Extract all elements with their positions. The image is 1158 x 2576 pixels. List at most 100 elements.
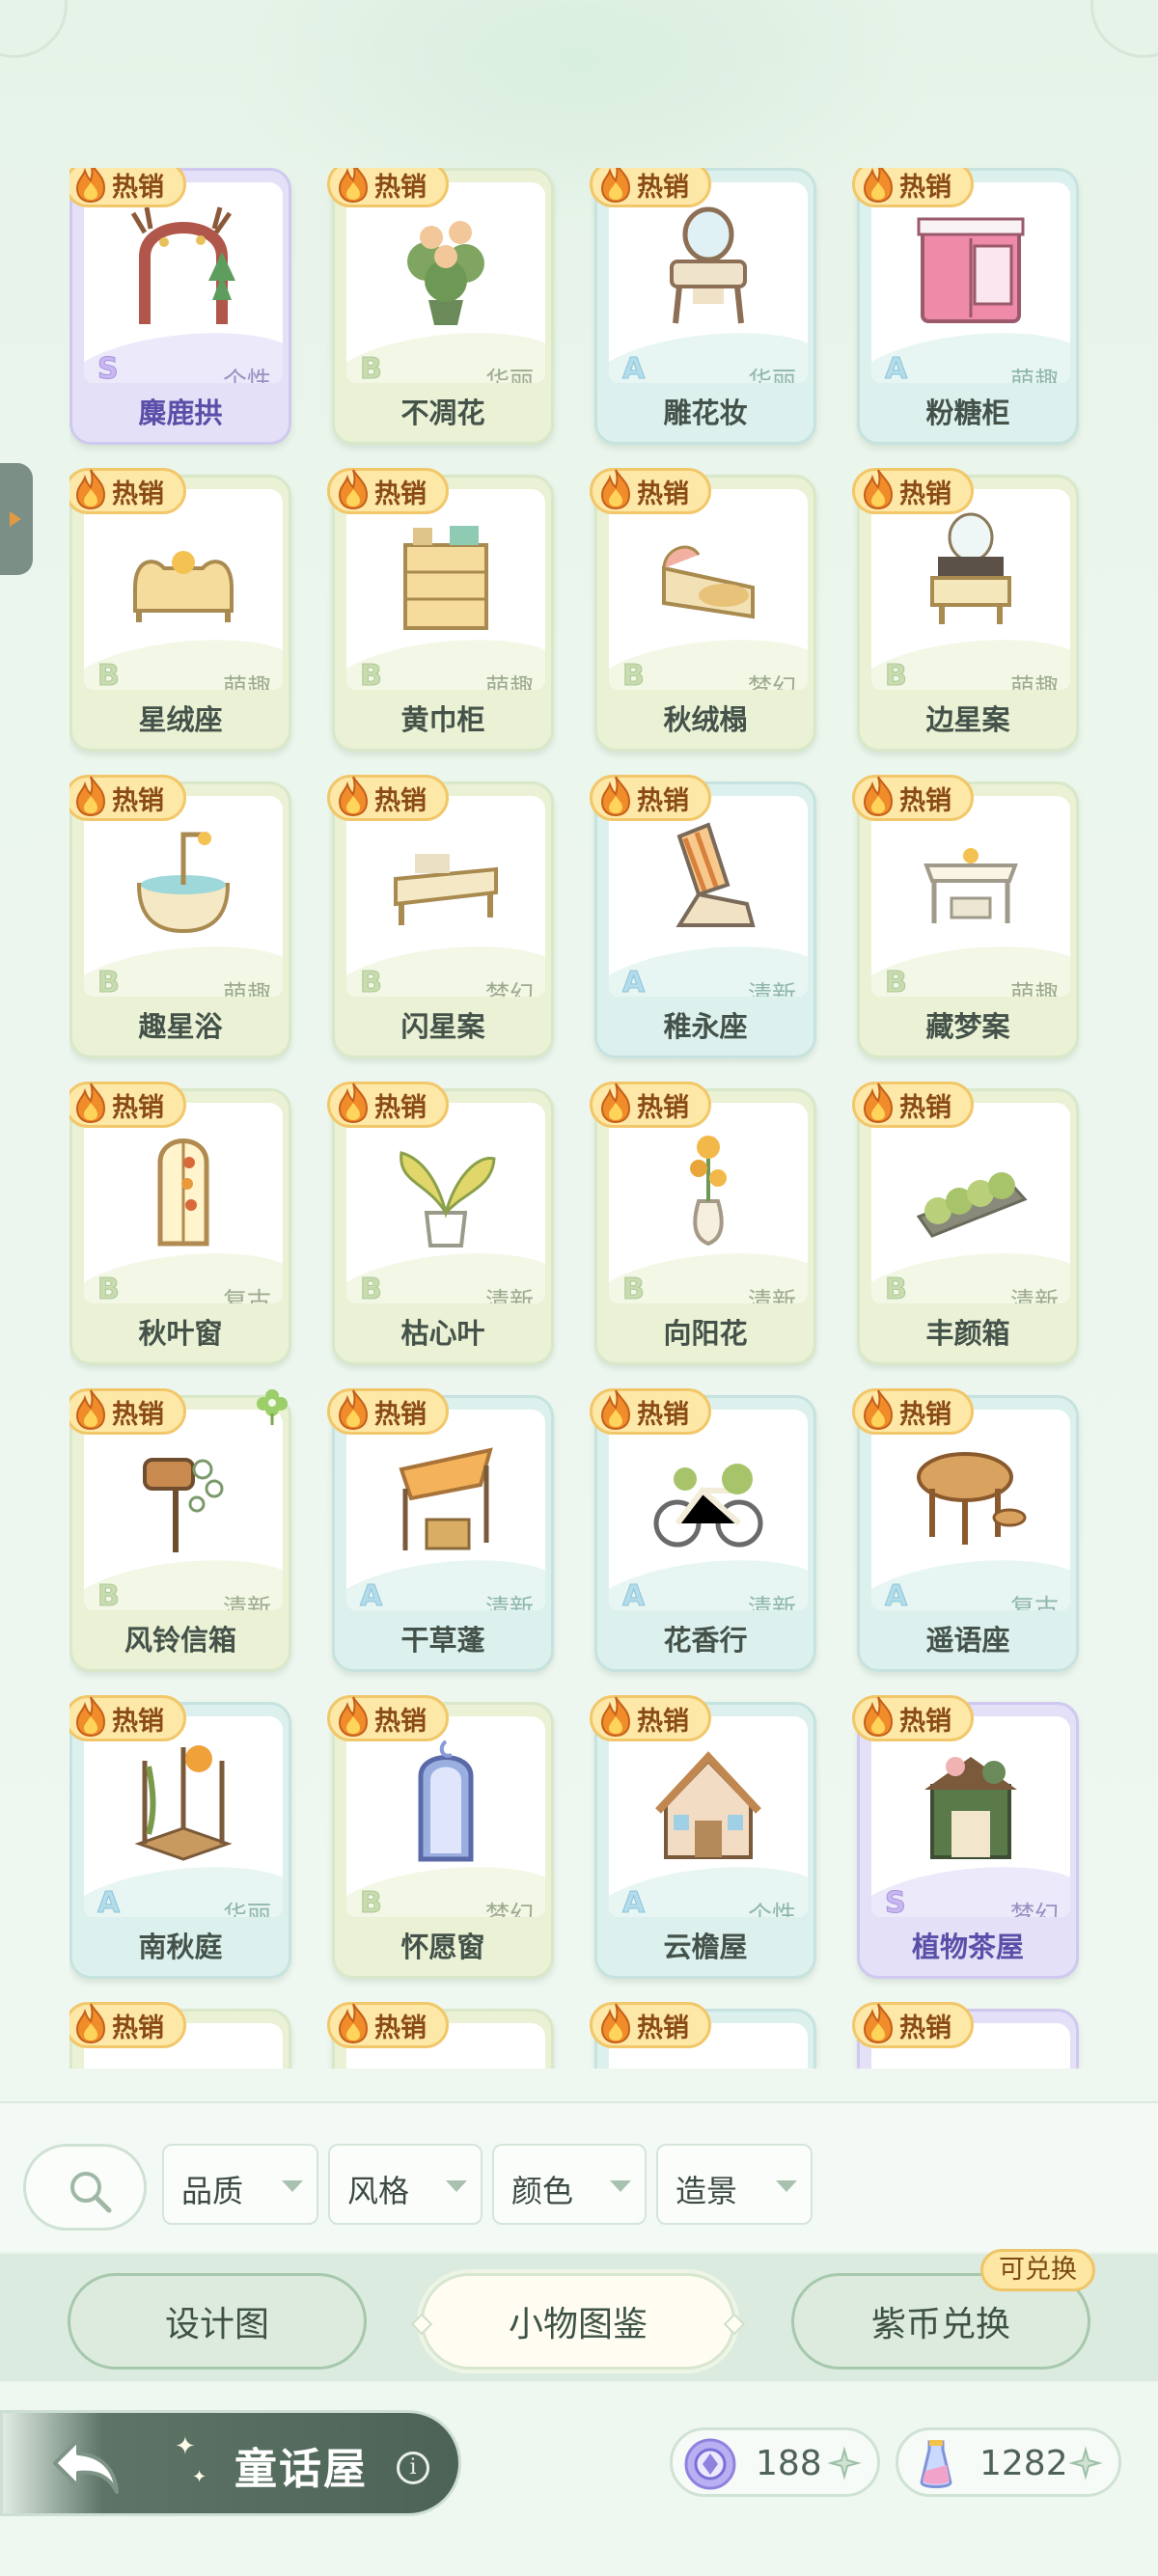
item-card[interactable]: 热销 B 萌趣 趣星浴 xyxy=(69,775,291,1058)
item-card[interactable]: 热销S xyxy=(852,2002,1079,2069)
item-card[interactable]: 热销 A 清新 稚永座 xyxy=(590,775,816,1058)
chevron-down-icon xyxy=(776,2180,797,2192)
purple-coin-icon xyxy=(684,2438,736,2490)
item-card[interactable]: 热销 A 复古 遥语座 xyxy=(852,1388,1079,1672)
potplant-illustration xyxy=(400,1151,496,1247)
item-card[interactable]: 热销 B 华丽 不凋花 xyxy=(327,168,554,445)
flame-icon xyxy=(338,168,369,204)
canopy-illustration xyxy=(399,1447,493,1550)
item-card[interactable]: 热销 B 萌趣 藏梦案 xyxy=(852,775,1079,1058)
quality-grade: B xyxy=(97,659,121,691)
flame-icon xyxy=(75,469,106,510)
planter-illustration xyxy=(916,1172,1028,1238)
item-image-panel: B 清新 xyxy=(84,1410,283,1610)
vanity-illustration xyxy=(670,206,747,324)
hot-sale-label: 热销 xyxy=(637,172,689,203)
hot-sale-badge: 热销 xyxy=(590,775,711,821)
item-image-panel: B 华丽 xyxy=(346,182,545,383)
hot-sale-badge: 热销 xyxy=(69,468,186,514)
item-card[interactable]: 热销 B 清新 风铃信箱 xyxy=(69,1388,291,1672)
item-card[interactable]: 热销 A 清新 干草蓬 xyxy=(327,1388,554,1672)
item-card[interactable]: 热销 B 萌趣 边星案 xyxy=(852,468,1079,752)
bathtub-illustration xyxy=(136,832,231,934)
hot-sale-label: 热销 xyxy=(112,785,164,816)
filter-color[interactable]: 颜色 xyxy=(492,2144,647,2225)
hot-sale-badge: 热销 xyxy=(327,1082,449,1128)
tab-exchange[interactable]: 紫币兑换 可兑换 xyxy=(791,2249,1095,2370)
item-card[interactable]: 热销 A 个性 云檐屋 xyxy=(590,1695,816,1979)
item-image-panel: S 梦幻 xyxy=(871,1716,1070,1917)
hot-sale-badge: 热销 xyxy=(327,775,449,821)
item-card[interactable]: 热销 A 清新 花香行 xyxy=(590,1388,816,1672)
hot-sale-label: 热销 xyxy=(899,1399,951,1430)
filter-scene[interactable]: 造景 xyxy=(656,2144,813,2225)
item-card[interactable]: 热销 S 梦幻 植物茶屋 xyxy=(852,1695,1079,1979)
item-card[interactable]: 热销B xyxy=(327,2002,554,2069)
search-button[interactable] xyxy=(23,2144,147,2231)
chair-illustration xyxy=(676,822,756,927)
back-arrow-icon[interactable] xyxy=(49,2432,123,2500)
item-card[interactable]: 热销 B 梦幻 闪星案 xyxy=(327,775,554,1058)
hot-sale-label: 热销 xyxy=(899,1092,951,1123)
filter-color-label: 颜色 xyxy=(511,2173,574,2209)
flame-icon xyxy=(338,469,369,510)
style-tag: 萌趣 xyxy=(222,980,271,997)
item-card[interactable]: 热销 B 梦幻 怀愿窗 xyxy=(327,1695,554,1979)
filter-quality[interactable]: 品质 xyxy=(162,2144,318,2225)
tab-blueprint[interactable]: 设计图 xyxy=(68,2273,367,2370)
hot-sale-badge: 热销 xyxy=(852,1388,974,1435)
redeemable-badge: 可兑换 xyxy=(980,2249,1095,2291)
quality-grade: A xyxy=(359,1579,383,1611)
item-card[interactable]: 热销 B 清新 枯心叶 xyxy=(327,1082,554,1365)
side-expand-handle[interactable] xyxy=(0,463,33,575)
item-card[interactable]: 热销 S 个性 麋鹿拱 xyxy=(69,168,291,445)
style-tag: 个性 xyxy=(222,367,271,383)
item-card[interactable]: 热销 B 清新 向阳花 xyxy=(590,1082,816,1365)
item-card[interactable]: 热销 B 萌趣 星绒座 xyxy=(69,468,291,752)
hot-sale-badge: 热销 xyxy=(327,1695,449,1741)
style-tag: 复古 xyxy=(1009,1594,1059,1610)
hot-sale-badge: 热销 xyxy=(590,168,711,207)
flame-icon xyxy=(863,1389,894,1431)
item-card[interactable]: 热销 B 复古 秋叶窗 xyxy=(69,1082,291,1365)
item-card[interactable]: 热销 B 梦幻 秋绒榻 xyxy=(590,468,816,752)
quality-grade: A xyxy=(96,1886,121,1918)
info-icon[interactable]: i xyxy=(397,2452,429,2484)
hot-sale-label: 热销 xyxy=(637,2013,689,2043)
hot-sale-label: 热销 xyxy=(899,2013,951,2043)
cabinet-illustration xyxy=(917,217,1025,323)
add-crystal-icon[interactable] xyxy=(1068,2446,1103,2480)
hot-sale-badge: 热销 xyxy=(852,468,974,514)
style-tag: 梦幻 xyxy=(484,980,534,997)
flame-icon xyxy=(338,2003,369,2044)
hot-sale-label: 热销 xyxy=(112,479,164,509)
flame-icon xyxy=(75,1082,106,1124)
item-card[interactable]: 热销 B 清新 丰颜箱 xyxy=(852,1082,1079,1365)
quality-grade: S xyxy=(97,352,120,384)
sparkle-icon: ✦ xyxy=(175,2432,196,2461)
item-image-panel: B 梦幻 xyxy=(346,796,545,997)
item-card[interactable]: 热销B xyxy=(69,2002,291,2069)
flame-icon xyxy=(600,776,631,817)
flame-icon xyxy=(863,1082,894,1124)
item-name: 花香行 xyxy=(663,1624,748,1657)
flame-icon xyxy=(338,1696,369,1738)
purple-coin-amount: 188 xyxy=(756,2444,822,2483)
hot-sale-badge: 热销 xyxy=(327,1388,449,1435)
item-card[interactable]: 热销 A 萌趣 粉糖柜 xyxy=(852,168,1079,445)
item-card[interactable]: 热销 A 华丽 雕花妆 xyxy=(590,168,816,445)
hot-sale-badge: 热销 xyxy=(327,468,449,514)
item-image-panel: A 个性 xyxy=(609,1716,808,1917)
hot-sale-label: 热销 xyxy=(112,1399,164,1430)
item-card[interactable]: 热销A xyxy=(590,2002,816,2069)
quality-grade: A xyxy=(621,966,646,998)
item-image-panel: S 个性 xyxy=(84,182,283,383)
tab-catalog[interactable]: 小物图鉴 xyxy=(410,2273,746,2370)
hot-sale-badge: 热销 xyxy=(590,1695,711,1741)
item-card[interactable]: 热销 A 华丽 南秋庭 xyxy=(69,1695,291,1979)
add-purple-coin-icon[interactable] xyxy=(827,2446,862,2480)
filter-style[interactable]: 风格 xyxy=(328,2144,482,2225)
item-card[interactable]: 热销 B 萌趣 黄巾柜 xyxy=(327,468,554,752)
hot-sale-badge: 热销 xyxy=(852,1695,974,1741)
quality-grade: A xyxy=(884,1579,908,1611)
